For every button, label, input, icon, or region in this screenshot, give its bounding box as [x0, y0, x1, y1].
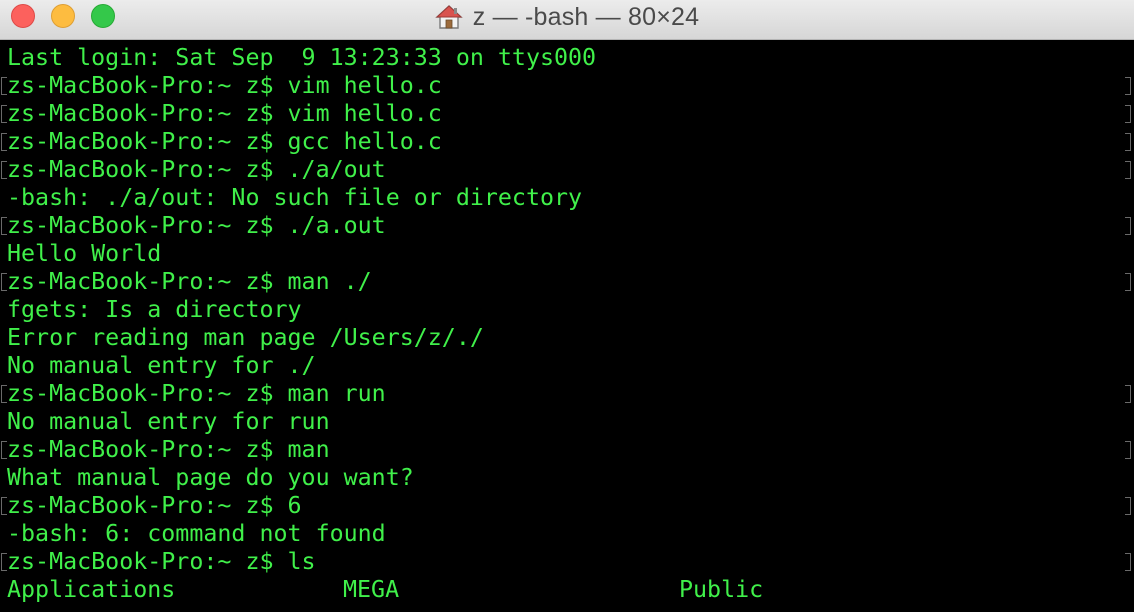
- line-marker-right: [1125, 553, 1131, 571]
- terminal-output-line: Hello World: [7, 240, 162, 267]
- terminal-command-line: zs-MacBook-Pro:~ z$ man: [7, 436, 330, 463]
- terminal-output-line: fgets: Is a directory: [7, 296, 302, 323]
- title-bar[interactable]: z — -bash — 80×24: [0, 0, 1134, 40]
- line-marker-right: [1125, 385, 1131, 403]
- terminal-command-line: zs-MacBook-Pro:~ z$ ./a/out: [7, 156, 386, 183]
- window-title-area: z — -bash — 80×24: [0, 0, 1134, 34]
- window-title: z — -bash — 80×24: [472, 2, 700, 31]
- terminal-output-line: No manual entry for ./: [7, 352, 316, 379]
- terminal-command-line: zs-MacBook-Pro:~ z$ 6: [7, 492, 302, 519]
- ls-entry: Public: [679, 576, 764, 603]
- terminal-command-line: zs-MacBook-Pro:~ z$ ./a.out: [7, 212, 386, 239]
- ls-entry: Applications: [7, 576, 176, 603]
- terminal-output-line: Error reading man page /Users/z/./: [7, 324, 484, 351]
- line-marker-right: [1125, 217, 1131, 235]
- line-marker-right: [1125, 133, 1131, 151]
- terminal-command-line: zs-MacBook-Pro:~ z$ ls: [7, 548, 316, 575]
- terminal-window: z — -bash — 80×24 Last login: Sat Sep 9 …: [0, 0, 1134, 612]
- line-marker-right: [1125, 497, 1131, 515]
- line-marker-right: [1125, 441, 1131, 459]
- terminal-output-line: No manual entry for run: [7, 408, 330, 435]
- terminal-output-line: -bash: 6: command not found: [7, 520, 386, 547]
- terminal-command-line: zs-MacBook-Pro:~ z$ vim hello.c: [7, 100, 442, 127]
- ls-entry: MEGA: [343, 576, 400, 603]
- home-icon: [434, 5, 463, 29]
- terminal-output-line: What manual page do you want?: [7, 464, 414, 491]
- line-marker-right: [1125, 161, 1131, 179]
- terminal-output-line: -bash: ./a/out: No such file or director…: [7, 184, 583, 211]
- terminal-output-line: Last login: Sat Sep 9 13:23:33 on ttys00…: [7, 44, 597, 71]
- terminal-command-line: zs-MacBook-Pro:~ z$ gcc hello.c: [7, 128, 442, 155]
- line-marker-right: [1125, 105, 1131, 123]
- line-marker-right: [1125, 273, 1131, 291]
- terminal-command-line: zs-MacBook-Pro:~ z$ man run: [7, 380, 386, 407]
- terminal-command-line: zs-MacBook-Pro:~ z$ vim hello.c: [7, 72, 442, 99]
- terminal-command-line: zs-MacBook-Pro:~ z$ man ./: [7, 268, 372, 295]
- line-marker-right: [1125, 77, 1131, 95]
- terminal-output[interactable]: Last login: Sat Sep 9 13:23:33 on ttys00…: [0, 40, 1134, 612]
